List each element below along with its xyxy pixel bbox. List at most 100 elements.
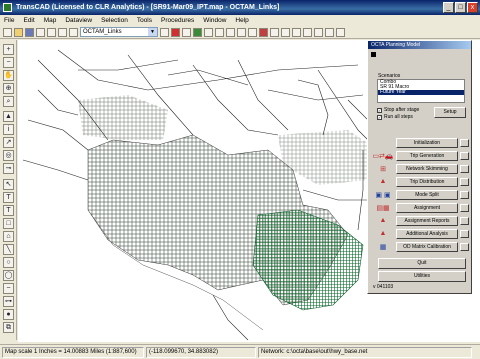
node-tool-icon[interactable]: ● xyxy=(3,309,14,320)
close-button[interactable]: x xyxy=(467,2,478,13)
chart-icon[interactable] xyxy=(215,27,224,37)
polygon-tool-icon[interactable]: ⌂ xyxy=(3,231,14,242)
od-matrix-icon: ▦ xyxy=(379,243,387,251)
network-skimming-button[interactable]: Network Skimming xyxy=(396,163,458,174)
assignment-reports-button[interactable]: Assignment Reports xyxy=(396,215,458,226)
layer-dropdown[interactable]: OCTAM_Links ▼ xyxy=(80,27,158,37)
menu-dataview[interactable]: Dataview xyxy=(65,17,92,24)
measure-tool-icon[interactable]: ⊸ xyxy=(3,163,14,174)
additional-analysis-options-button[interactable] xyxy=(460,229,469,238)
chevron-down-icon[interactable]: ▼ xyxy=(148,28,157,36)
map-scale-status: Map scale 1 Inches = 14.00883 Miles (1:8… xyxy=(2,346,144,358)
circle-tool-icon[interactable]: ○ xyxy=(3,257,14,268)
menu-help[interactable]: Help xyxy=(235,17,248,24)
menu-edit[interactable]: Edit xyxy=(23,17,34,24)
minimize-button[interactable]: _ xyxy=(443,2,454,13)
step-od-matrix-calibration: ▦ OD Matrix Calibration xyxy=(372,241,470,252)
transcad-app-icon[interactable] xyxy=(3,3,12,12)
rectangle-tool-icon[interactable]: □ xyxy=(3,218,14,229)
color-swatch xyxy=(371,52,376,57)
layers-icon[interactable] xyxy=(160,27,169,37)
zoom-all-icon[interactable] xyxy=(314,27,323,37)
run-all-steps-checkbox[interactable]: ✓ Run all steps xyxy=(377,114,413,120)
freehand-tool-icon[interactable]: ~ xyxy=(3,283,14,294)
help-icon[interactable] xyxy=(336,27,345,37)
menu-window[interactable]: Window xyxy=(203,17,226,24)
copy-icon[interactable] xyxy=(58,27,67,37)
cut-icon[interactable] xyxy=(47,27,56,37)
menu-file[interactable]: File xyxy=(4,17,14,24)
filter-icon[interactable] xyxy=(292,27,301,37)
label-icon[interactable] xyxy=(226,27,235,37)
new-file-icon[interactable] xyxy=(3,27,12,37)
quit-button[interactable]: Quit xyxy=(378,258,466,269)
pan-hand-icon[interactable]: ✋ xyxy=(3,70,14,81)
init-icon xyxy=(372,138,394,148)
legend-icon[interactable] xyxy=(171,27,180,37)
panel-title[interactable]: OCTA Planning Model xyxy=(368,41,471,49)
buffer-tool-icon[interactable]: ◎ xyxy=(3,150,14,161)
dataview-icon[interactable] xyxy=(204,27,213,37)
step-trip-generation: ▭⇄🚗 Trip Generation xyxy=(372,150,470,161)
mode-split-button[interactable]: Mode Split xyxy=(396,189,458,200)
menu-tools[interactable]: Tools xyxy=(137,17,152,24)
info-tool-icon[interactable]: i xyxy=(3,124,14,135)
network-skimming-icon: ⊞ xyxy=(380,165,386,173)
trip-generation-button[interactable]: Trip Generation xyxy=(396,150,458,161)
ellipse-tool-icon[interactable]: ◯ xyxy=(3,270,14,281)
od-matrix-calibration-button[interactable]: OD Matrix Calibration xyxy=(396,241,458,252)
assignment-button[interactable]: Assignment xyxy=(396,202,458,213)
menu-procedures[interactable]: Procedures xyxy=(161,17,194,24)
status-bar: Map scale 1 Inches = 14.00883 Miles (1:8… xyxy=(0,344,480,359)
text-box-tool-icon[interactable]: T xyxy=(3,205,14,216)
setup-button[interactable]: Setup xyxy=(434,107,466,118)
initialization-button[interactable]: Initialization xyxy=(396,137,458,148)
matrix-icon[interactable] xyxy=(248,27,257,37)
utilities-button[interactable]: Utilities xyxy=(378,271,466,282)
text-tool-icon[interactable]: T xyxy=(3,192,14,203)
paste-icon[interactable] xyxy=(69,27,78,37)
checkbox-check-icon[interactable]: ✓ xyxy=(377,107,382,113)
title-bar[interactable]: TransCAD (Licensed to CLR Analytics) - [… xyxy=(0,0,480,15)
selection-icon[interactable] xyxy=(270,27,279,37)
theme-icon[interactable] xyxy=(259,27,268,37)
trip-distribution-button[interactable]: Trip Distribution xyxy=(396,176,458,187)
scenario-item-selected[interactable]: Future Year xyxy=(378,90,464,95)
assignment-reports-options-button[interactable] xyxy=(460,216,469,225)
stop-after-stage-checkbox[interactable]: ✓ Stop after stage xyxy=(377,107,419,113)
link-tool-icon[interactable]: ⧉ xyxy=(3,322,14,333)
scale-bar-icon[interactable] xyxy=(182,27,191,37)
mode-split-options-button[interactable] xyxy=(460,190,469,199)
network-skimming-options-button[interactable] xyxy=(460,164,469,173)
table-icon[interactable] xyxy=(237,27,246,37)
query-icon[interactable] xyxy=(281,27,290,37)
od-matrix-options-button[interactable] xyxy=(460,242,469,251)
zoom-in-icon[interactable]: + xyxy=(3,44,14,55)
menu-selection[interactable]: Selection xyxy=(101,17,128,24)
menu-map[interactable]: Map xyxy=(44,17,57,24)
zoom-out-icon[interactable]: − xyxy=(3,57,14,68)
checkbox-check-icon[interactable]: ✓ xyxy=(377,114,382,120)
arrow-pointer-icon[interactable]: ↖ xyxy=(3,179,14,190)
path-tool-icon[interactable]: ↗ xyxy=(3,137,14,148)
drag-zoom-icon[interactable]: ⌕ xyxy=(3,96,14,107)
step-assignment: ▤▦ Assignment xyxy=(372,202,470,213)
line-tool-icon[interactable]: ╲ xyxy=(3,244,14,255)
main-toolbar: OCTAM_Links ▼ xyxy=(0,26,480,39)
additional-analysis-button[interactable]: Additional Analysis xyxy=(396,228,458,239)
connect-tool-icon[interactable]: ⊶ xyxy=(3,296,14,307)
refresh-icon[interactable] xyxy=(325,27,334,37)
save-icon[interactable] xyxy=(25,27,34,37)
open-folder-icon[interactable] xyxy=(14,27,23,37)
maximize-button[interactable]: □ xyxy=(455,2,466,13)
assignment-options-button[interactable] xyxy=(460,203,469,212)
trip-generation-options-button[interactable] xyxy=(460,151,469,160)
zoom-layer-icon[interactable] xyxy=(303,27,312,37)
map-icon[interactable] xyxy=(193,27,202,37)
recenter-icon[interactable]: ⊕ xyxy=(3,83,14,94)
print-icon[interactable] xyxy=(36,27,45,37)
scenarios-list[interactable]: Combo SR 91 Macro Future Year xyxy=(377,79,465,103)
select-pointer-icon[interactable]: ▲ xyxy=(3,111,14,122)
trip-distribution-options-button[interactable] xyxy=(460,177,469,186)
initialization-options-button[interactable] xyxy=(460,138,469,147)
